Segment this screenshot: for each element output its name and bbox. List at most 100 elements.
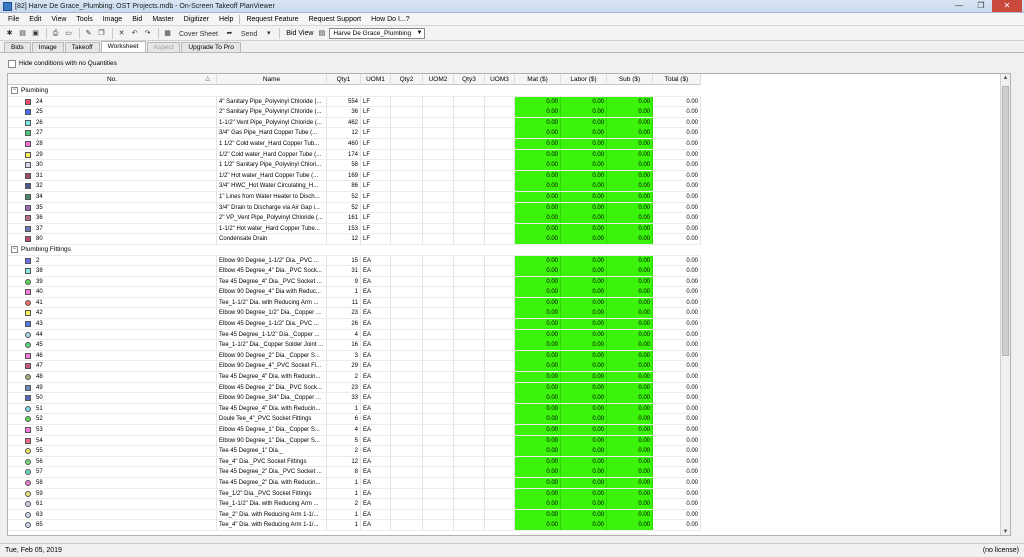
cell-sub[interactable]: 0.00	[607, 107, 653, 118]
cell-labor[interactable]: 0.00	[561, 128, 607, 139]
menu-bid[interactable]: Bid	[127, 16, 147, 23]
table-row[interactable]: 25 2" Sanitary Pipe_Polyvinyl Chloride (.…	[8, 107, 701, 118]
edit-icon[interactable]: ✎	[83, 28, 94, 39]
table-row[interactable]: 32 3/4" HWC_Hot Water Circulating_H... 86 L…	[8, 181, 701, 192]
cell-mat[interactable]: 0.00	[515, 446, 561, 457]
cell-mat[interactable]: 0.00	[515, 287, 561, 298]
cell-mat[interactable]: 0.00	[515, 477, 561, 488]
tab-image[interactable]: Image	[31, 42, 64, 52]
cell-mat[interactable]: 0.00	[515, 96, 561, 107]
scroll-up-icon[interactable]: ▲	[1001, 74, 1010, 83]
cell-labor[interactable]: 0.00	[561, 425, 607, 435]
menu-request-support[interactable]: Request Support	[304, 16, 367, 23]
undo-icon[interactable]: ↶	[129, 28, 140, 39]
open-folder-icon[interactable]: ▤	[17, 28, 28, 39]
group-row[interactable]: − Plumbing	[8, 86, 701, 97]
send-button[interactable]: Send	[237, 28, 261, 39]
cell-labor[interactable]: 0.00	[561, 350, 607, 361]
column-header-uom2[interactable]: UOM2	[423, 74, 454, 85]
table-row[interactable]: 43 Elbow 45 Degree_1-1/2" Dia._PVC ... 26 E…	[8, 319, 701, 330]
cell-labor[interactable]: 0.00	[561, 319, 607, 330]
cell-mat[interactable]: 0.00	[515, 128, 561, 139]
cell-labor[interactable]: 0.00	[561, 202, 607, 213]
table-row[interactable]: 55 Tee 45 Degree_1" Dia._ 2 EA 0.00 0.00 0.00 0…	[8, 446, 701, 457]
tab-worksheet[interactable]: Worksheet	[100, 41, 146, 52]
table-row[interactable]: 52 Doule Tee_4"_PVC Socket Fittings 6 EA 0.0…	[8, 414, 701, 425]
table-row[interactable]: 56 Tee_4" Dia._PVC Socket Fittings 12 EA 0.0…	[8, 456, 701, 468]
cell-labor[interactable]: 0.00	[561, 477, 607, 488]
table-row[interactable]: 40 Elbow 90 Degree_4" Dia with Reduc... 1 E…	[8, 287, 701, 298]
table-row[interactable]: 27 3/4" Gas Pipe_Hard Copper Tube (... 12 L…	[8, 128, 701, 139]
table-row[interactable]: 59 Tee_1/2" Dia._PVC Socket Fittings 1 EA 0.…	[8, 488, 701, 500]
cell-mat[interactable]: 0.00	[515, 138, 561, 149]
cell-sub[interactable]: 0.00	[607, 170, 653, 181]
cell-labor[interactable]: 0.00	[561, 467, 607, 478]
table-row[interactable]: 45 Tee_1-1/2" Dia._Copper Solder Joint ..…	[8, 340, 701, 351]
cell-labor[interactable]: 0.00	[561, 170, 607, 181]
table-row[interactable]: 63 Tee_2" Dia. with Reducing Arm 1-1/... 1…	[8, 509, 701, 521]
table-row[interactable]: 58 Tee 45 Degree_2" Dia. with Reducin... 1…	[8, 477, 701, 489]
cell-mat[interactable]: 0.00	[515, 425, 561, 435]
table-row[interactable]: 26 1-1/2" Vent Pipe_Polyvinyl Chloride (.…	[8, 117, 701, 129]
cell-mat[interactable]: 0.00	[515, 170, 561, 181]
menu-edit[interactable]: Edit	[24, 16, 46, 23]
cell-sub[interactable]: 0.00	[607, 297, 653, 308]
cell-labor[interactable]: 0.00	[561, 107, 607, 118]
cell-sub[interactable]: 0.00	[607, 520, 653, 531]
table-row[interactable]: 46 Elbow 90 Degree_2" Dia._Copper S... 3 EA…	[8, 350, 701, 362]
cell-labor[interactable]: 0.00	[561, 361, 607, 372]
column-header-no[interactable]: No. △	[8, 74, 217, 85]
cell-labor[interactable]: 0.00	[561, 393, 607, 404]
cell-sub[interactable]: 0.00	[607, 499, 653, 510]
cell-labor[interactable]: 0.00	[561, 488, 607, 499]
table-row[interactable]: 35 3/4" Drain to Discharge via Air Gap i.…	[8, 202, 701, 214]
table-row[interactable]: 34 1" Lines from Water Heater to Disch...…	[8, 191, 701, 203]
cell-sub[interactable]: 0.00	[607, 319, 653, 330]
table-row[interactable]: 48 Tee 45 Degree_4" Dia. with Reducin... 2…	[8, 372, 701, 383]
cell-sub[interactable]: 0.00	[607, 276, 653, 287]
column-header-uom1[interactable]: UOM1	[361, 74, 391, 85]
column-header-labor[interactable]: Labor ($)	[561, 74, 607, 85]
cell-sub[interactable]: 0.00	[607, 382, 653, 393]
table-row[interactable]: 29 1/2" Cold water_Hard Copper Tube (... 1…	[8, 149, 701, 161]
cell-sub[interactable]: 0.00	[607, 160, 653, 171]
cell-mat[interactable]: 0.00	[515, 266, 561, 277]
cell-labor[interactable]: 0.00	[561, 149, 607, 160]
cell-sub[interactable]: 0.00	[607, 425, 653, 435]
cell-sub[interactable]: 0.00	[607, 223, 653, 234]
cell-sub[interactable]: 0.00	[607, 255, 653, 266]
cell-sub[interactable]: 0.00	[607, 446, 653, 457]
cell-labor[interactable]: 0.00	[561, 138, 607, 149]
cell-sub[interactable]: 0.00	[607, 287, 653, 298]
table-row[interactable]: 57 Tee 45 Degree_2" Dia._PVC Socket ... 8 E…	[8, 467, 701, 478]
collapse-icon[interactable]: −	[11, 87, 18, 95]
cell-sub[interactable]: 0.00	[607, 456, 653, 467]
cell-labor[interactable]: 0.00	[561, 191, 607, 202]
cell-mat[interactable]: 0.00	[515, 499, 561, 510]
table-row[interactable]: 24 4" Sanitary Pipe_Polyvinyl Chloride (.…	[8, 96, 701, 108]
cell-labor[interactable]: 0.00	[561, 276, 607, 287]
cell-sub[interactable]: 0.00	[607, 234, 653, 245]
menu-help[interactable]: Help	[214, 16, 238, 23]
table-row[interactable]: 51 Tee 45 Degree_4" Dia. with Reducin... 1…	[8, 403, 701, 415]
cell-mat[interactable]: 0.00	[515, 350, 561, 361]
table-row[interactable]: 37 1-1/2" Hot water_Hard Copper Tube... 15…	[8, 223, 701, 235]
tab-takeoff[interactable]: Takeoff	[64, 42, 100, 52]
save-icon[interactable]: ▣	[30, 28, 41, 39]
cover-sheet-button[interactable]: Cover Sheet	[175, 28, 222, 39]
preview-icon[interactable]: ▭	[63, 28, 74, 39]
cell-labor[interactable]: 0.00	[561, 499, 607, 510]
table-row[interactable]: 53 Elbow 45 Degree_1" Dia._Copper S... 4 EA…	[8, 425, 701, 436]
cell-labor[interactable]: 0.00	[561, 435, 607, 446]
print-icon[interactable]: ⎙	[50, 28, 61, 39]
column-header-uom3[interactable]: UOM3	[485, 74, 515, 85]
cell-sub[interactable]: 0.00	[607, 467, 653, 478]
table-row[interactable]: 28 1 1/2" Cold water_Hard Copper Tub... 46…	[8, 138, 701, 150]
table-row[interactable]: 30 1 1/2" Sanitary Pipe_Polyvinyl Chlori.…	[8, 160, 701, 171]
cell-labor[interactable]: 0.00	[561, 234, 607, 245]
cell-mat[interactable]: 0.00	[515, 361, 561, 372]
cell-sub[interactable]: 0.00	[607, 128, 653, 139]
chevron-down-icon[interactable]: ▾	[263, 28, 274, 39]
cell-sub[interactable]: 0.00	[607, 361, 653, 372]
cell-mat[interactable]: 0.00	[515, 435, 561, 446]
